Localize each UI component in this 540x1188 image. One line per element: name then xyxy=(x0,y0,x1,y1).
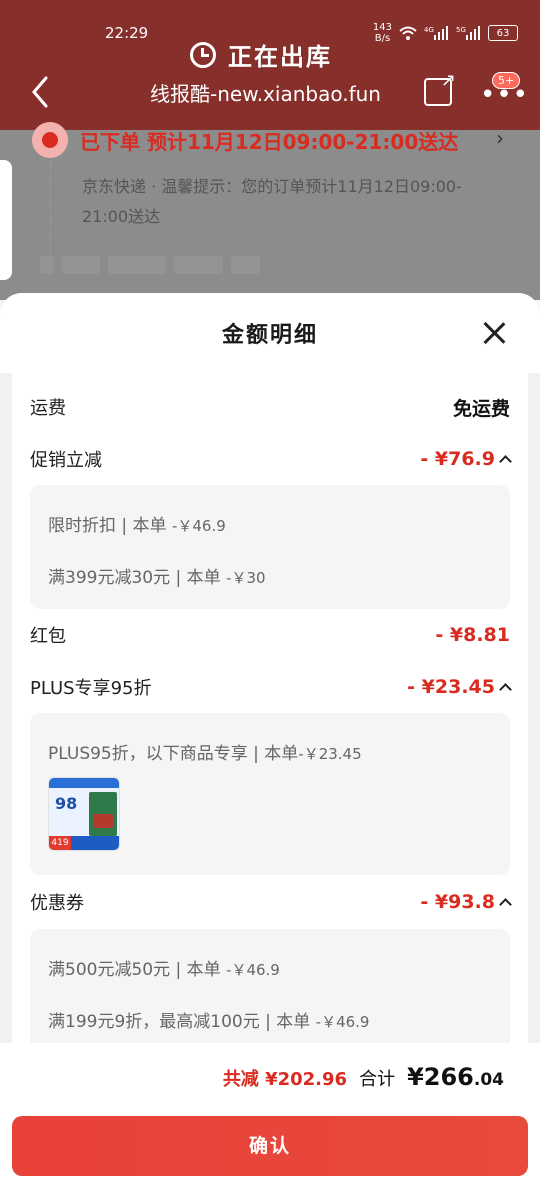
thumb-price-tag: 419 xyxy=(49,836,71,850)
confirm-button[interactable]: 确认 xyxy=(12,1116,528,1176)
url-watermark: 线报酷-new.xianbao.fun xyxy=(150,82,381,106)
notification-badge: 5+ xyxy=(492,72,521,89)
amount-detail-sheet: 金额明细 运费 免运费 促销立减 - ¥76.9 限时折扣 | 本单 -￥46.… xyxy=(0,293,540,1188)
more-button[interactable]: ••• 5+ xyxy=(478,72,528,108)
page-title-row: 正在出库 xyxy=(190,37,332,72)
total-label: 合计 xyxy=(359,1069,396,1090)
thumb-banner xyxy=(49,778,119,788)
plus-discount-label: PLUS专享95折 xyxy=(30,678,152,699)
plus-discount-value: - ¥23.45 xyxy=(407,676,512,698)
total-reduction: 共减 ¥202.96 xyxy=(222,1069,348,1090)
coupon-item-2: 满199元9折，最高减100元 | 本单 -￥46.9 xyxy=(48,1012,370,1032)
more-dots-icon: ••• xyxy=(480,80,530,110)
timeline-line xyxy=(50,160,51,260)
promotion-item-2: 满399元减30元 | 本单 -￥30 xyxy=(48,568,266,588)
back-arrow-icon[interactable] xyxy=(26,72,54,112)
promotion-item-1: 限时折扣 | 本单 -￥46.9 xyxy=(48,516,226,536)
clock-icon xyxy=(190,41,216,68)
totals-row: 共减 ¥202.96 合计 ¥266.04 xyxy=(223,1063,504,1091)
thumb-big-text: 98 xyxy=(55,794,78,813)
total-amount: ¥266.04 xyxy=(407,1063,504,1091)
sheet-footer: 共减 ¥202.96 合计 ¥266.04 确认 xyxy=(0,1043,540,1188)
red-packet-value: - ¥8.81 xyxy=(435,624,510,646)
shipping-value: 免运费 xyxy=(452,397,510,420)
promotion-label: 促销立减 xyxy=(30,450,102,471)
shipping-row: 运费 免运费 xyxy=(30,390,510,424)
blurred-address xyxy=(40,256,260,278)
sheet-title: 金额明细 xyxy=(221,323,318,348)
product-thumbnail[interactable]: 98 419 xyxy=(48,777,120,851)
plus-item: PLUS95折，以下商品专享 | 本单-￥23.45 xyxy=(48,744,362,764)
close-icon[interactable] xyxy=(482,321,506,345)
plus-detail-box: PLUS95折，以下商品专享 | 本单-￥23.45 98 419 xyxy=(30,713,510,875)
promotion-row[interactable]: 促销立减 - ¥76.9 xyxy=(30,442,512,476)
red-packet-label: 红包 xyxy=(30,626,66,647)
shipping-label: 运费 xyxy=(30,398,66,419)
chevron-up-icon[interactable] xyxy=(499,683,512,696)
promotion-detail-box: 限时折扣 | 本单 -￥46.9 满399元减30元 | 本单 -￥30 xyxy=(30,485,510,609)
chevron-up-icon[interactable] xyxy=(499,898,512,911)
coupon-label: 优惠券 xyxy=(30,893,84,914)
coupon-detail-box: 满500元减50元 | 本单 -￥46.9 满199元9折，最高减100元 | … xyxy=(30,929,510,1053)
page-title: 正在出库 xyxy=(228,43,332,71)
product-package-icon xyxy=(89,792,117,836)
nav-bar: 正在出库 线报酷-new.xianbao.fun ••• 5+ xyxy=(0,32,540,132)
amount-detail-card: 运费 免运费 促销立减 - ¥76.9 限时折扣 | 本单 -￥46.9 满39… xyxy=(12,373,528,1053)
coupon-value: - ¥93.8 xyxy=(420,891,512,913)
promotion-value: - ¥76.9 xyxy=(420,448,512,470)
share-icon[interactable] xyxy=(424,70,456,106)
order-note: 京东快递 · 温馨提示：您的订单预计11月12日09:00-21:00送达 xyxy=(82,177,462,226)
plus-discount-row[interactable]: PLUS专享95折 - ¥23.45 xyxy=(30,670,512,704)
sheet-header: 金额明细 xyxy=(0,293,540,373)
side-tab xyxy=(0,160,12,280)
coupon-row[interactable]: 优惠券 - ¥93.8 xyxy=(30,885,512,919)
red-packet-row: 红包 - ¥8.81 xyxy=(30,618,510,652)
chevron-up-icon[interactable] xyxy=(499,455,512,468)
coupon-item-1: 满500元减50元 | 本单 -￥46.9 xyxy=(48,960,280,980)
